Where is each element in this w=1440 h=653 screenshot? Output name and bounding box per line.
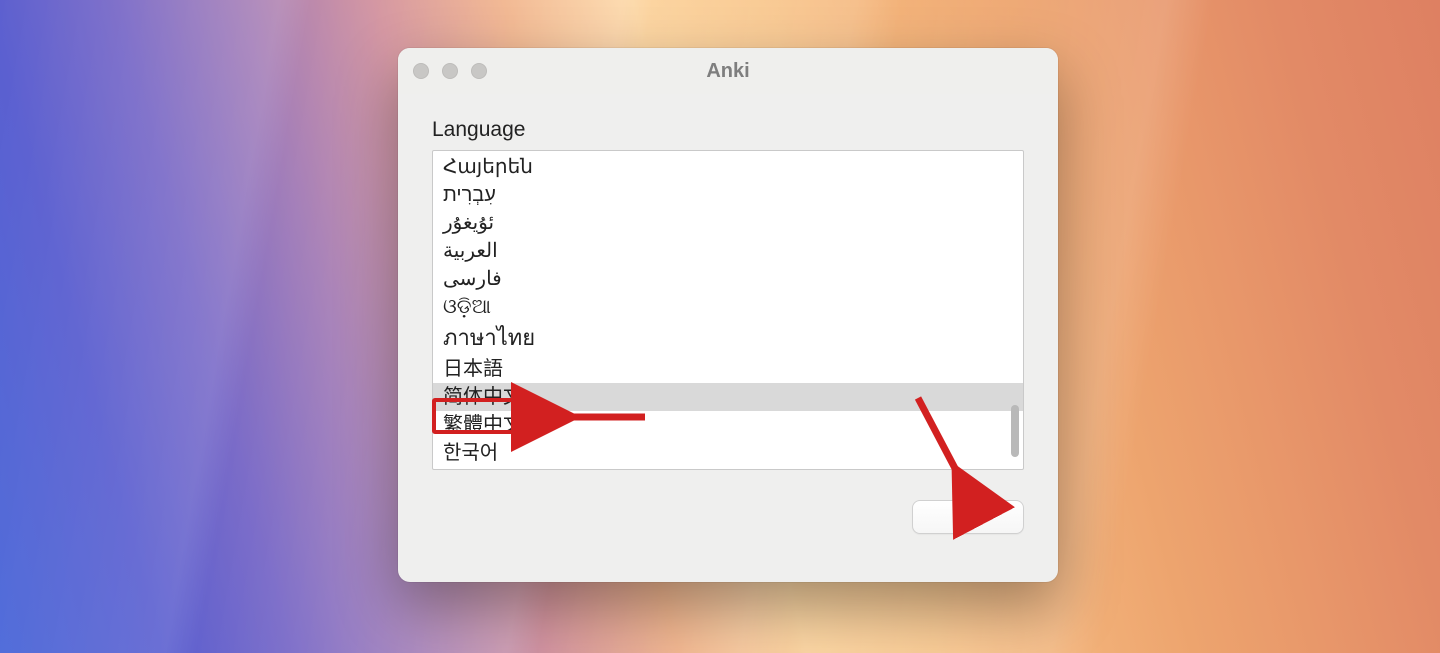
language-option[interactable]: العربية [433, 237, 1023, 265]
window-title: Anki [398, 60, 1058, 83]
language-option[interactable]: ଓଡ଼ିଆ [433, 293, 1023, 321]
traffic-lights [413, 63, 487, 79]
language-option[interactable]: 日本語 [433, 355, 1023, 383]
scrollbar-thumb[interactable] [1011, 405, 1019, 457]
minimize-window-button[interactable] [442, 63, 458, 79]
language-option[interactable]: 繁體中文 [433, 411, 1023, 439]
dialog-button-row: OK [432, 500, 1024, 534]
language-label: Language [432, 118, 1024, 142]
dialog-content: Language Հայերենעִבְרִיתئۇيغۇرالعربيةفار… [398, 94, 1058, 554]
language-option[interactable]: Հայերեն [433, 153, 1023, 181]
language-listbox[interactable]: Հայերենעִבְרִיתئۇيغۇرالعربيةفارسیଓଡ଼ିଆภา… [432, 150, 1024, 470]
anki-dialog-window: Anki Language Հայերենעִבְרִיתئۇيغۇرالعرب… [398, 48, 1058, 582]
language-option[interactable]: עִבְרִית [433, 181, 1023, 209]
zoom-window-button[interactable] [471, 63, 487, 79]
language-option[interactable]: فارسی [433, 265, 1023, 293]
desktop-wallpaper: Anki Language Հայերենעִבְרִיתئۇيغۇرالعرب… [0, 0, 1440, 653]
window-titlebar: Anki [398, 48, 1058, 94]
language-option[interactable]: 한국어 [433, 439, 1023, 467]
language-option[interactable]: ئۇيغۇر [433, 209, 1023, 237]
close-window-button[interactable] [413, 63, 429, 79]
language-list-items: Հայերենעִבְרִיתئۇيغۇرالعربيةفارسیଓଡ଼ିଆภา… [433, 151, 1023, 469]
ok-button[interactable]: OK [912, 500, 1024, 534]
language-option[interactable]: 简体中文 [433, 383, 1023, 411]
language-option[interactable]: ภาษาไทย [433, 321, 1023, 355]
